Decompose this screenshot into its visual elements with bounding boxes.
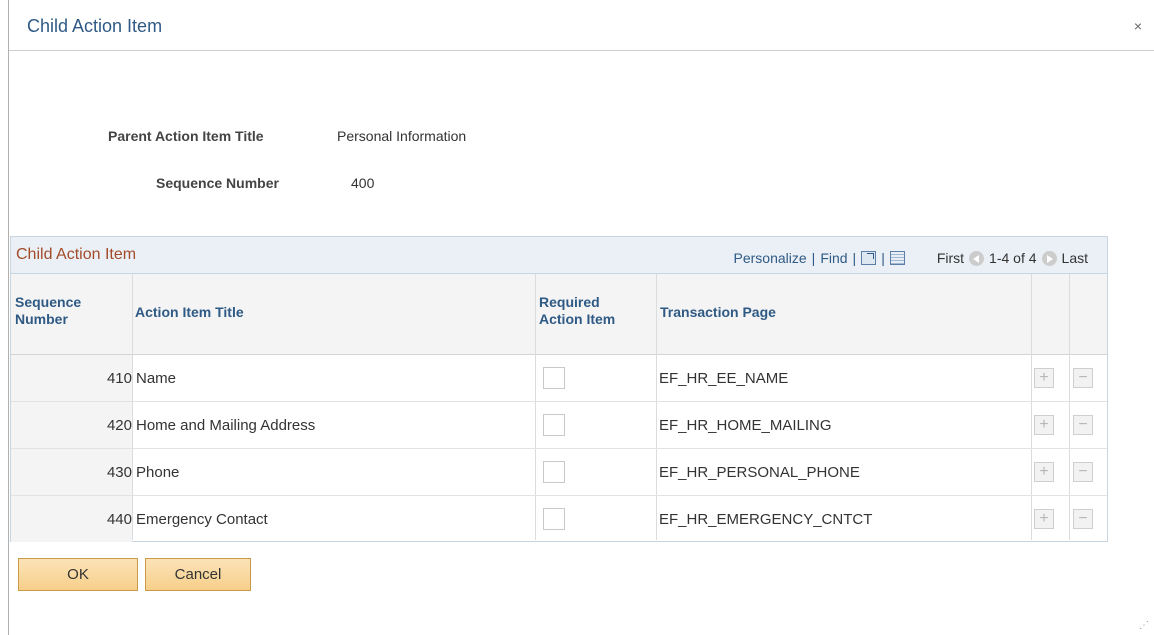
parent-title-value: Personal Information bbox=[337, 128, 467, 144]
child-action-item-grid: Child Action Item Personalize | Find | |… bbox=[10, 236, 1108, 542]
delete-row-button[interactable]: − bbox=[1073, 462, 1093, 482]
row-range: 1-4 of 4 bbox=[989, 250, 1037, 266]
add-row-button[interactable]: + bbox=[1034, 368, 1054, 388]
required-action-item-checkbox[interactable] bbox=[543, 414, 565, 436]
find-link[interactable]: Find bbox=[820, 250, 847, 266]
table-row: 440 Emergency Contact EF_HR_EMERGENCY_CN… bbox=[11, 496, 1107, 542]
row-transaction-page: EF_HR_EE_NAME bbox=[659, 370, 789, 387]
ok-button[interactable]: OK bbox=[18, 558, 138, 591]
delete-row-button[interactable]: − bbox=[1073, 509, 1093, 529]
personalize-link[interactable]: Personalize bbox=[734, 250, 807, 266]
last-label[interactable]: Last bbox=[1062, 250, 1088, 266]
row-transaction-page: EF_HR_PERSONAL_PHONE bbox=[659, 464, 860, 481]
column-header-title[interactable]: Action Item Title bbox=[135, 304, 244, 321]
nav-separator: | bbox=[881, 250, 885, 266]
column-header-required-line2: Action Item bbox=[539, 311, 616, 327]
add-row-button[interactable]: + bbox=[1034, 415, 1054, 435]
row-action-item-title: Phone bbox=[136, 464, 180, 481]
add-row-button[interactable]: + bbox=[1034, 509, 1054, 529]
row-sequence-number: 410 bbox=[106, 370, 132, 387]
cancel-button[interactable]: Cancel bbox=[145, 558, 251, 591]
row-action-item-title: Name bbox=[136, 370, 177, 387]
delete-row-button[interactable]: − bbox=[1073, 368, 1093, 388]
column-header-required-line1: Required bbox=[539, 294, 600, 310]
first-label[interactable]: First bbox=[937, 250, 964, 266]
table-row: 420 Home and Mailing Address EF_HR_HOME_… bbox=[11, 402, 1107, 449]
row-transaction-page: EF_HR_EMERGENCY_CNTCT bbox=[659, 511, 873, 528]
column-header-transaction-page[interactable]: Transaction Page bbox=[660, 304, 776, 321]
nav-separator: | bbox=[852, 250, 857, 266]
row-sequence-number: 430 bbox=[106, 464, 132, 481]
dialog-title: Child Action Item bbox=[27, 16, 163, 36]
close-icon[interactable]: × bbox=[1134, 19, 1142, 33]
next-arrow-icon[interactable] bbox=[1041, 250, 1057, 266]
grid-title: Child Action Item bbox=[16, 246, 137, 263]
column-header-required[interactable]: Required Action Item bbox=[539, 294, 615, 328]
row-action-item-title: Home and Mailing Address bbox=[136, 417, 316, 434]
dialog-left-border bbox=[8, 0, 9, 635]
table-row: 430 Phone EF_HR_PERSONAL_PHONE + − bbox=[11, 449, 1107, 496]
table-row: 410 Name EF_HR_EE_NAME + − bbox=[11, 355, 1107, 402]
grid-header: Child Action Item Personalize | Find | |… bbox=[11, 237, 1107, 274]
resize-grip-icon[interactable]: ⋰ bbox=[1139, 620, 1149, 631]
column-headers: Sequence Number Action Item Title Requir… bbox=[11, 274, 1107, 355]
sequence-number-label: Sequence Number bbox=[156, 175, 279, 191]
required-action-item-checkbox[interactable] bbox=[543, 461, 565, 483]
column-header-sequence-line1: Sequence bbox=[15, 294, 82, 310]
zoom-grid-icon[interactable] bbox=[861, 251, 877, 265]
required-action-item-checkbox[interactable] bbox=[543, 367, 565, 389]
column-header-sequence[interactable]: Sequence Number bbox=[15, 294, 81, 328]
parent-title-label: Parent Action Item Title bbox=[108, 128, 264, 144]
child-action-item-dialog: Child Action Item × Parent Action Item T… bbox=[0, 0, 1154, 635]
row-action-item-title: Emergency Contact bbox=[136, 511, 268, 528]
required-action-item-checkbox[interactable] bbox=[543, 508, 565, 530]
dialog-titlebar: Child Action Item × bbox=[9, 0, 1154, 51]
delete-row-button[interactable]: − bbox=[1073, 415, 1093, 435]
add-row-button[interactable]: + bbox=[1034, 462, 1054, 482]
row-transaction-page: EF_HR_HOME_MAILING bbox=[659, 417, 832, 434]
nav-separator: | bbox=[811, 250, 816, 266]
download-spreadsheet-icon[interactable] bbox=[889, 251, 905, 265]
row-sequence-number: 440 bbox=[106, 511, 132, 528]
row-sequence-number: 420 bbox=[106, 417, 132, 434]
sequence-number-value: 400 bbox=[351, 175, 375, 191]
previous-arrow-icon[interactable] bbox=[969, 250, 985, 266]
grid-navigation: Personalize | Find | | First 1-4 of 4 La… bbox=[734, 250, 1088, 266]
column-header-sequence-line2: Number bbox=[15, 311, 68, 327]
